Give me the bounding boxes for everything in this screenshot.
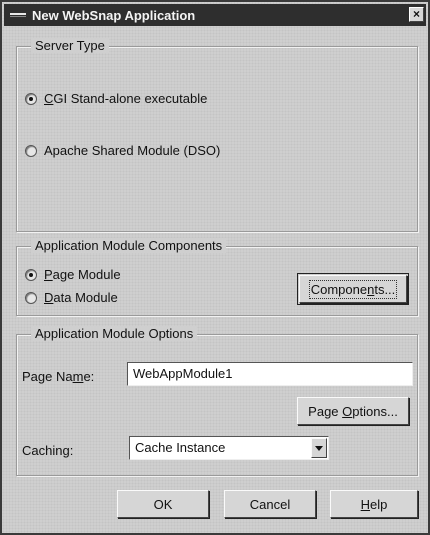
radio-label-apache: Apache Shared Module (DSO) xyxy=(44,143,221,158)
radio-label-cgi: CGI Stand-alone executable xyxy=(44,91,208,106)
module-options-group: Application Module Options Page Name: We… xyxy=(16,326,418,476)
help-button[interactable]: Help xyxy=(330,490,418,518)
chevron-down-icon[interactable] xyxy=(311,438,327,458)
page-options-button-label: Page Options... xyxy=(308,403,398,419)
caching-label: Caching: xyxy=(22,443,74,458)
radio-indicator xyxy=(25,144,37,157)
radio-cgi-standalone[interactable]: CGI Stand-alone executable xyxy=(25,91,207,106)
cancel-button[interactable]: Cancel xyxy=(224,490,316,518)
caching-dropdown[interactable]: Cache Instance xyxy=(129,436,329,460)
page-options-button[interactable]: Page Options... xyxy=(297,397,409,425)
module-components-title: Application Module Components xyxy=(31,238,227,253)
components-button[interactable]: Components... xyxy=(297,273,409,305)
title-bar: New WebSnap Application × xyxy=(4,4,426,26)
server-type-group: Server Type CGI Stand-alone executable A… xyxy=(16,38,418,232)
radio-data-module[interactable]: Data Module xyxy=(25,290,118,305)
help-button-label: Help xyxy=(360,496,388,512)
new-websnap-dialog: New WebSnap Application × Server Type CG… xyxy=(0,0,430,535)
caching-value: Cache Instance xyxy=(135,440,226,455)
page-name-label: Page Name: xyxy=(22,369,95,384)
radio-page-module[interactable]: Page Module xyxy=(25,267,121,282)
server-type-title: Server Type xyxy=(31,38,109,53)
close-icon[interactable]: × xyxy=(409,7,424,22)
radio-apache-dso[interactable]: Apache Shared Module (DSO) xyxy=(25,143,220,158)
radio-indicator-selected xyxy=(25,268,37,281)
radio-indicator xyxy=(25,291,37,304)
radio-indicator-selected xyxy=(25,92,37,105)
window-title: New WebSnap Application xyxy=(32,7,196,23)
module-options-title: Application Module Options xyxy=(31,326,198,341)
radio-label-data-module: Data Module xyxy=(44,290,118,305)
system-menu-icon[interactable] xyxy=(10,13,26,17)
components-button-label: Components... xyxy=(308,279,398,299)
ok-button[interactable]: OK xyxy=(117,490,209,518)
module-components-group: Application Module Components Page Modul… xyxy=(16,238,418,316)
page-name-field[interactable]: WebAppModule1 xyxy=(127,362,413,386)
radio-label-page-module: Page Module xyxy=(44,267,121,282)
